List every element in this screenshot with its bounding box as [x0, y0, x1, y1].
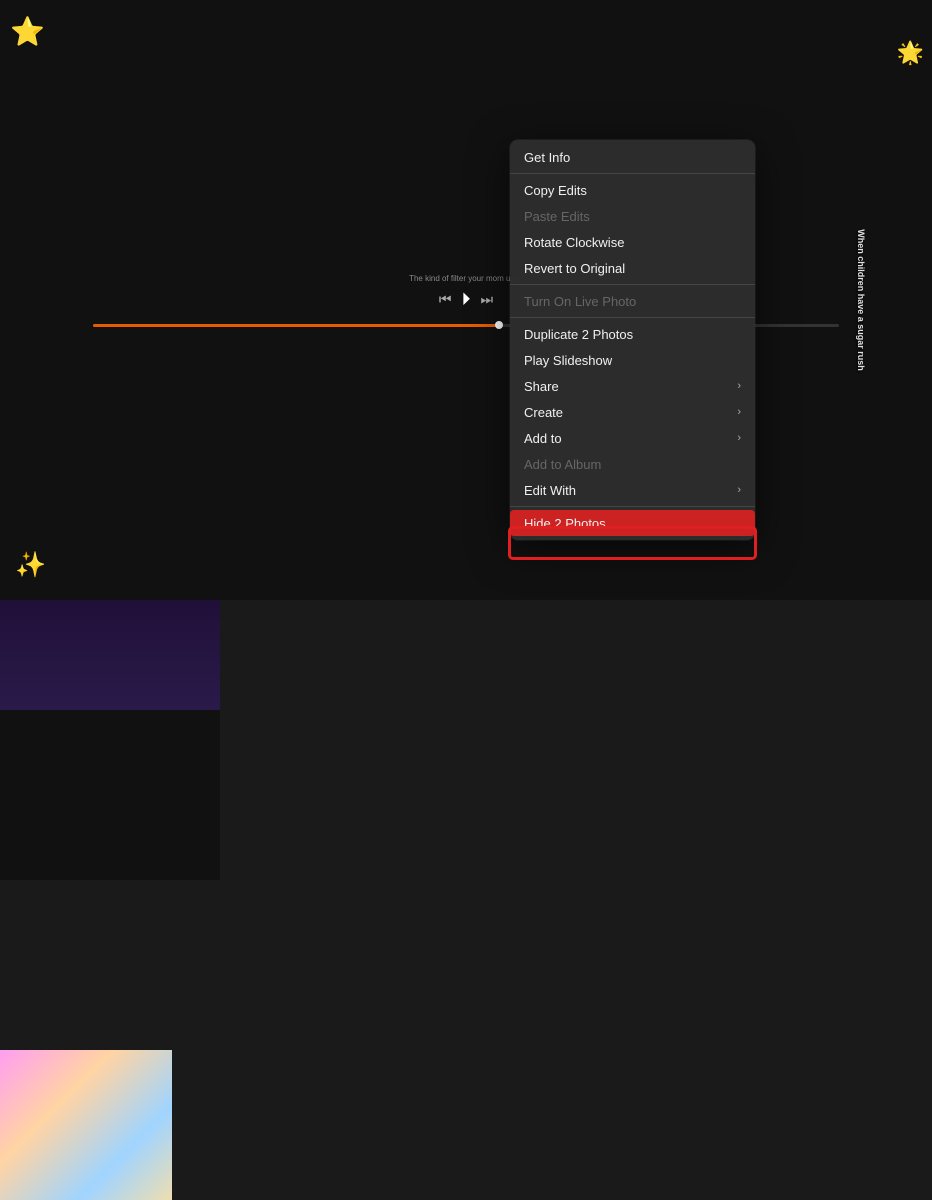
menu-item-paste-edits: Paste Edits: [510, 203, 755, 229]
share-arrow-icon: ›: [737, 380, 741, 392]
thumbnail-music-player[interactable]: The kind of filter your mom uses ⏮ ⏵ ⏭: [0, 710, 220, 880]
menu-item-edit-with[interactable]: Edit With ›: [510, 477, 755, 503]
menu-item-hide-2-photos[interactable]: Hide 2 Photos: [510, 510, 755, 536]
menu-item-play-slideshow[interactable]: Play Slideshow: [510, 347, 755, 373]
menu-item-get-info[interactable]: Get Info: [510, 144, 755, 170]
menu-separator-2: [510, 284, 755, 285]
menu-item-add-to[interactable]: Add to ›: [510, 425, 755, 451]
menu-separator-4: [510, 506, 755, 507]
menu-item-rotate-clockwise[interactable]: Rotate Clockwise: [510, 229, 755, 255]
menu-item-add-to-album: Add to Album: [510, 451, 755, 477]
context-menu: Get Info Copy Edits Paste Edits Rotate C…: [510, 140, 755, 540]
menu-item-revert-to-original[interactable]: Revert to Original: [510, 255, 755, 281]
add-to-arrow-icon: ›: [737, 432, 741, 444]
thumbnail-bottom-3[interactable]: [0, 880, 50, 1050]
menu-separator-3: [510, 317, 755, 318]
thumbnail-sugar-rush[interactable]: ⭐ 🌟 ✨ When children have a sugar rush: [0, 1050, 172, 1200]
menu-separator-1: [510, 173, 755, 174]
edit-with-arrow-icon: ›: [737, 484, 741, 496]
menu-item-share[interactable]: Share ›: [510, 373, 755, 399]
photo-grid: Lunch Options: - Sandwiches - Frozen piz…: [0, 0, 932, 600]
menu-item-duplicate-2-photos[interactable]: Duplicate 2 Photos: [510, 321, 755, 347]
menu-item-create[interactable]: Create ›: [510, 399, 755, 425]
menu-item-turn-on-live-photo: Turn On Live Photo: [510, 288, 755, 314]
create-arrow-icon: ›: [737, 406, 741, 418]
menu-item-copy-edits[interactable]: Copy Edits: [510, 177, 755, 203]
